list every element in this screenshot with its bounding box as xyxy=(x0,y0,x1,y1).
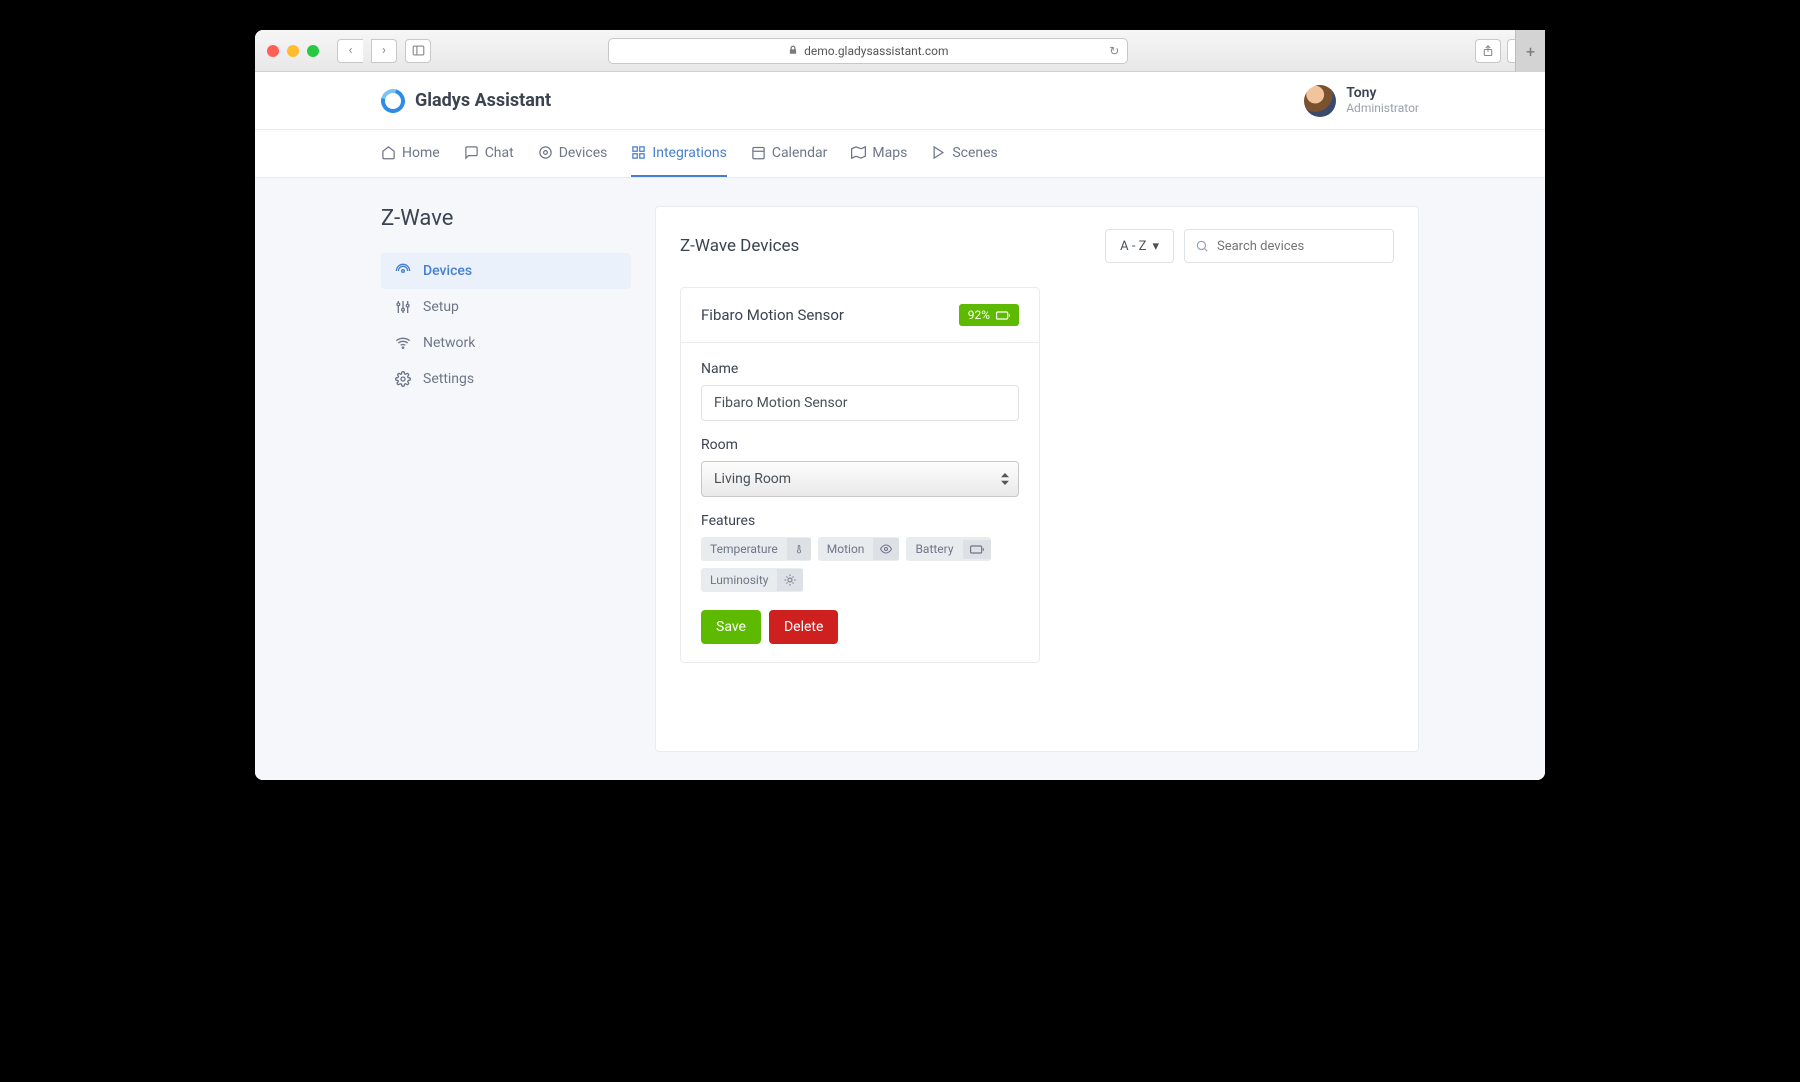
window-minimize-icon[interactable] xyxy=(287,45,299,57)
sidebar-item-setup[interactable]: Setup xyxy=(381,289,631,325)
url-bar[interactable]: demo.gladysassistant.com ↻ xyxy=(608,38,1128,64)
tab-home[interactable]: Home xyxy=(381,130,440,177)
sidebar-toggle-button[interactable] xyxy=(405,39,431,63)
reload-icon[interactable]: ↻ xyxy=(1109,44,1119,58)
sidebar-item-network[interactable]: Network xyxy=(381,325,631,361)
tab-maps[interactable]: Maps xyxy=(851,130,907,177)
user-role: Administrator xyxy=(1346,101,1419,115)
chat-icon xyxy=(464,145,479,160)
grid-icon xyxy=(631,145,646,160)
browser-toolbar: ‹ › demo.gladysassistant.com ↻ xyxy=(255,30,1545,72)
brand-name: Gladys Assistant xyxy=(415,90,551,111)
url-text: demo.gladysassistant.com xyxy=(804,44,948,58)
sliders-icon xyxy=(395,299,411,315)
new-tab-button[interactable]: + xyxy=(1515,30,1545,72)
sort-dropdown[interactable]: A - Z ▾ xyxy=(1105,229,1174,263)
user-name: Tony xyxy=(1346,86,1419,101)
map-icon xyxy=(851,145,866,160)
battery-small-icon xyxy=(963,540,991,559)
eye-icon xyxy=(873,538,899,560)
sidebar-item-settings[interactable]: Settings xyxy=(381,361,631,397)
avatar xyxy=(1304,85,1336,117)
lock-icon xyxy=(788,44,798,58)
device-title: Fibaro Motion Sensor xyxy=(701,306,844,324)
chevron-down-icon: ▾ xyxy=(1152,239,1159,254)
sun-icon xyxy=(777,569,803,591)
tab-scenes[interactable]: Scenes xyxy=(931,130,997,177)
window-close-icon[interactable] xyxy=(267,45,279,57)
devices-icon xyxy=(538,145,553,160)
brand-logo-icon xyxy=(377,84,410,117)
back-button[interactable]: ‹ xyxy=(337,39,363,63)
calendar-icon xyxy=(751,145,766,160)
panel-title: Z-Wave Devices xyxy=(680,236,799,256)
room-label: Room xyxy=(701,437,1019,453)
share-button[interactable] xyxy=(1475,39,1501,63)
search-icon xyxy=(1195,239,1209,253)
feature-tag-battery: Battery xyxy=(906,537,990,561)
device-card: Fibaro Motion Sensor 92% Name Room xyxy=(680,287,1040,663)
feature-tag-luminosity: Luminosity xyxy=(701,568,803,592)
save-button[interactable]: Save xyxy=(701,610,761,644)
room-select[interactable]: Living Room xyxy=(701,461,1019,497)
search-input[interactable] xyxy=(1217,239,1383,254)
app-header: Gladys Assistant Tony Administrator xyxy=(255,72,1545,130)
window-zoom-icon[interactable] xyxy=(307,45,319,57)
search-box[interactable] xyxy=(1184,229,1394,263)
battery-icon xyxy=(996,311,1010,320)
sidebar-item-devices[interactable]: Devices xyxy=(381,253,631,289)
tab-integrations[interactable]: Integrations xyxy=(631,130,726,177)
features-label: Features xyxy=(701,513,1019,529)
name-label: Name xyxy=(701,361,1019,377)
forward-button[interactable]: › xyxy=(371,39,397,63)
tab-calendar[interactable]: Calendar xyxy=(751,130,828,177)
main-panel: Z-Wave Devices A - Z ▾ Fibaro Motion Sen… xyxy=(655,206,1419,752)
battery-badge: 92% xyxy=(959,304,1019,326)
feature-tag-motion: Motion xyxy=(818,537,900,561)
main-nav: Home Chat Devices Integrations Calendar … xyxy=(255,130,1545,178)
gear-icon xyxy=(395,371,411,387)
tab-chat[interactable]: Chat xyxy=(464,130,514,177)
play-icon xyxy=(931,145,946,160)
wifi-icon xyxy=(395,335,411,351)
device-name-input[interactable] xyxy=(701,385,1019,421)
thermometer-icon xyxy=(787,538,811,560)
delete-button[interactable]: Delete xyxy=(769,610,838,644)
feature-tag-temperature: Temperature xyxy=(701,537,811,561)
tab-devices[interactable]: Devices xyxy=(538,130,608,177)
home-icon xyxy=(381,145,396,160)
radio-icon xyxy=(395,263,411,279)
user-menu[interactable]: Tony Administrator xyxy=(1304,85,1419,117)
page-title: Z-Wave xyxy=(381,206,631,231)
